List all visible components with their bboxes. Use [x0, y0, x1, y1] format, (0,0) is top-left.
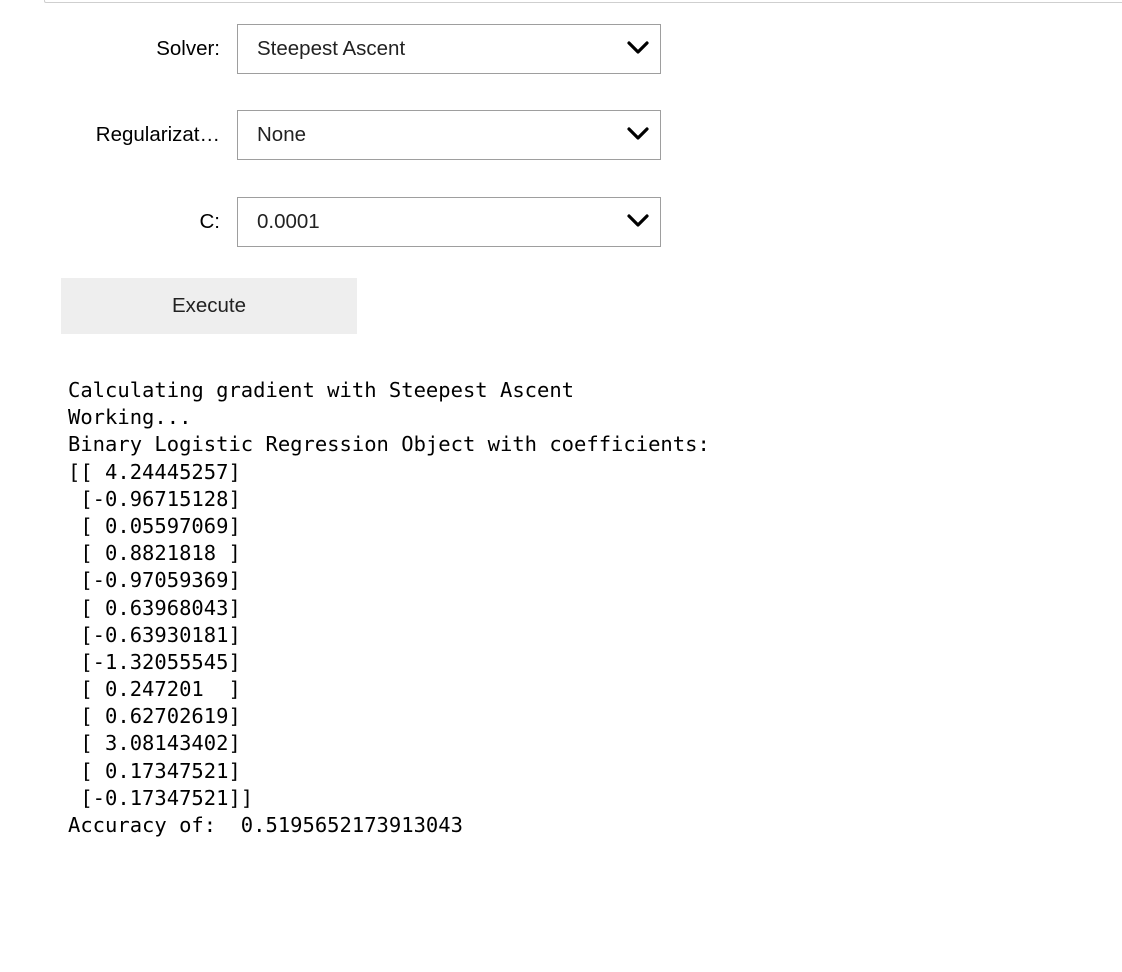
c-row: C: 0.0001	[0, 197, 700, 247]
output-line: [ 3.08143402]	[68, 731, 241, 756]
output-line: [-1.32055545]	[68, 649, 241, 674]
output-line: [ 0.247201 ]	[68, 677, 241, 702]
execute-button[interactable]: Execute	[61, 278, 357, 334]
chevron-down-icon	[627, 41, 649, 54]
output-line: [[ 4.24445257]	[68, 459, 241, 484]
output-line: [ 0.8821818 ]	[68, 541, 241, 566]
solver-label: Solver:	[156, 37, 220, 60]
c-dropdown[interactable]: 0.0001	[237, 197, 661, 247]
chevron-down-icon	[627, 214, 649, 227]
output-area: Calculating gradient with Steepest Ascen…	[68, 377, 710, 839]
chevron-down-icon	[627, 127, 649, 140]
output-line: [ 0.05597069]	[68, 513, 241, 538]
regularization-selected-value: None	[257, 123, 307, 146]
output-line: Accuracy of: 0.5195652173913043	[68, 813, 463, 837]
output-line: [ 0.62702619]	[68, 704, 241, 729]
regularization-row: Regularizat… None	[0, 110, 700, 160]
solver-row: Solver: Steepest Ascent	[0, 24, 700, 74]
c-selected-value: 0.0001	[257, 210, 320, 233]
output-line: [ 0.63968043]	[68, 595, 241, 620]
output-line: [-0.17347521]]	[68, 785, 254, 810]
output-line: [-0.63930181]	[68, 622, 241, 647]
solver-selected-value: Steepest Ascent	[257, 37, 406, 60]
c-label: C:	[199, 210, 221, 233]
output-line: [-0.97059369]	[68, 568, 241, 593]
regularization-dropdown[interactable]: None	[237, 110, 661, 160]
output-line: Binary Logistic Regression Object with c…	[68, 432, 710, 457]
solver-dropdown[interactable]: Steepest Ascent	[237, 24, 661, 74]
regularization-label: Regularizat…	[95, 123, 220, 146]
output-line: [-0.96715128]	[68, 486, 241, 511]
cell-top-border	[44, 0, 1122, 3]
output-line: Calculating gradient with Steepest Ascen…	[68, 378, 575, 402]
output-line: [ 0.17347521]	[68, 758, 241, 783]
output-line: Working...	[68, 405, 192, 430]
